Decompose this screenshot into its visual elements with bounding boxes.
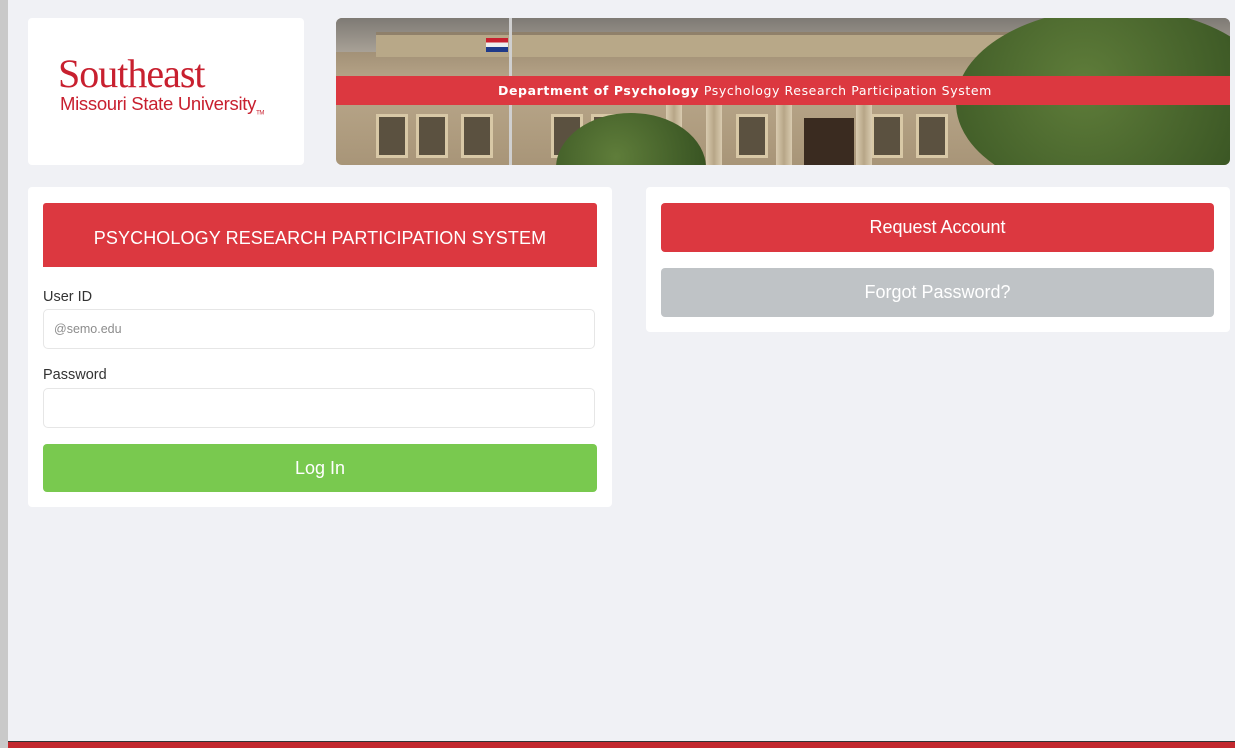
- banner-window: [461, 114, 493, 158]
- banner-roof: [376, 32, 1076, 57]
- user-id-placeholder: @semo.edu: [54, 322, 122, 336]
- password-input[interactable]: [43, 388, 595, 428]
- banner-window: [736, 114, 768, 158]
- user-id-input[interactable]: @semo.edu: [43, 309, 595, 349]
- left-border: [0, 0, 8, 748]
- password-label: Password: [43, 367, 107, 383]
- login-panel-title: PSYCHOLOGY RESEARCH PARTICIPATION SYSTEM: [43, 203, 597, 267]
- logo-wordmark: Southeast: [58, 51, 206, 96]
- banner-title-strip: Department of Psychology Psychology Rese…: [336, 76, 1230, 105]
- request-account-button[interactable]: Request Account: [661, 203, 1214, 252]
- account-actions-panel: Request Account Forgot Password?: [646, 187, 1230, 332]
- university-logo[interactable]: Southeast Missouri State UniversityTM: [28, 18, 304, 165]
- banner-window: [916, 114, 948, 158]
- logo-subtitle: Missouri State UniversityTM: [60, 93, 265, 117]
- banner-department: Department of Psychology: [498, 83, 700, 98]
- banner-window: [871, 114, 903, 158]
- login-panel: PSYCHOLOGY RESEARCH PARTICIPATION SYSTEM…: [28, 187, 612, 507]
- banner-door: [804, 118, 854, 165]
- footer-bar: [8, 741, 1235, 748]
- banner-window: [416, 114, 448, 158]
- flag-icon: [486, 38, 508, 52]
- header-banner: Department of Psychology Psychology Rese…: [336, 18, 1230, 165]
- banner-system-name: Psychology Research Participation System: [703, 83, 992, 98]
- user-id-label: User ID: [43, 289, 93, 305]
- login-button[interactable]: Log In: [43, 444, 597, 492]
- logo-trademark: TM: [256, 110, 265, 117]
- forgot-password-button[interactable]: Forgot Password?: [661, 268, 1214, 317]
- banner-window: [376, 114, 408, 158]
